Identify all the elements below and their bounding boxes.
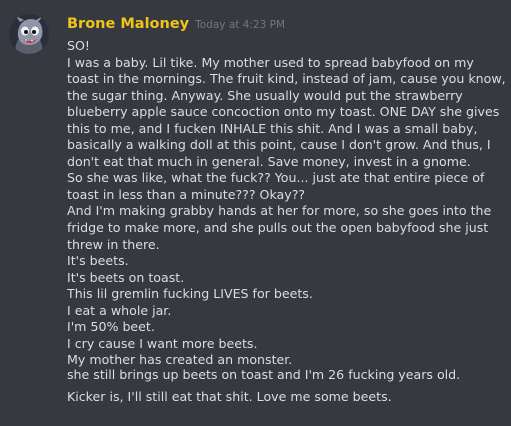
monster-avatar-icon	[9, 14, 49, 54]
message-line: fridge to make more, and she pulls out t…	[67, 220, 489, 236]
message-line: It's beets.	[67, 253, 129, 269]
message-header: Brone Maloney Today at 4:23 PM	[67, 13, 285, 32]
user-avatar[interactable]	[9, 14, 49, 54]
message-line: threw in there.	[67, 236, 160, 252]
message-line: I cry cause I want more beets.	[67, 335, 258, 351]
message-line: I'm 50% beet.	[67, 319, 155, 335]
followup-message: Kicker is, I'll still eat that shit. Lov…	[67, 389, 392, 404]
message-line: blueberry apple sauce concoction onto my…	[67, 104, 500, 120]
message-line: And I'm making grabby hands at her for m…	[67, 203, 492, 219]
timestamp: Today at 4:23 PM	[195, 19, 286, 31]
message-line: This lil gremlin fucking LIVES for beets…	[67, 286, 313, 302]
message-line: don't eat that much in general. Save mon…	[67, 153, 471, 169]
followup-message: she still brings up beets on toast and I…	[67, 367, 461, 382]
message-line: toast in the mornings. The fruit kind, i…	[67, 71, 506, 87]
username[interactable]: Brone Maloney	[67, 16, 189, 32]
chat-message: Brone Maloney Today at 4:23 PM SO! I was a…	[0, 0, 511, 426]
message-line: It's beets on toast.	[67, 269, 185, 285]
message-line: I eat a whole jar.	[67, 302, 172, 318]
message-line: basically a walking doll at this point, …	[67, 137, 491, 153]
message-line: this to me, and I fucken INHALE this shi…	[67, 120, 478, 136]
message-body: SO! I was a baby. Lil tike. My mother use…	[67, 38, 507, 369]
message-line: I was a baby. Lil tike. My mother used t…	[67, 54, 474, 70]
message-line: SO!	[67, 38, 90, 53]
message-line: the sugar thing. Anyway. She usually wou…	[67, 87, 463, 103]
message-line: So she was like, what the fuck?? You... …	[67, 170, 485, 186]
message-line: toast in less than a minute??? Okay??	[67, 186, 306, 202]
